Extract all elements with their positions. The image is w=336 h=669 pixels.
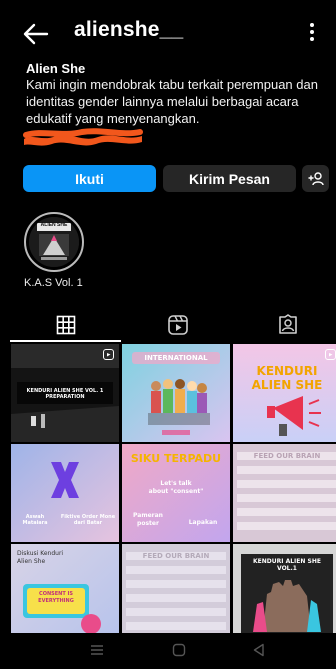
post-caption-text: Diskusi Kenduri Alien She bbox=[17, 550, 64, 565]
post-thumbnail[interactable]: Diskusi Kenduri Alien She CONSENT IS EVE… bbox=[11, 544, 119, 642]
message-button[interactable]: Kirim Pesan bbox=[163, 165, 296, 192]
story-highlight[interactable]: ALIEN SHE bbox=[24, 212, 84, 272]
post-caption-text: FEED OUR BRAIN bbox=[253, 452, 321, 460]
post-caption-text: FEED OUR BRAIN bbox=[142, 552, 210, 560]
post-caption-text: SIKU TERPADU bbox=[130, 452, 222, 465]
top-bar: alienshe__ bbox=[0, 0, 336, 60]
post-thumbnail[interactable]: KENDURI ALIEN SHE bbox=[233, 344, 336, 442]
add-person-icon bbox=[308, 171, 324, 185]
post-caption-text: Let's talk about "consent" bbox=[148, 480, 204, 495]
highlight-cover-text: ALIEN SHE bbox=[40, 222, 68, 228]
system-navigation-bar bbox=[0, 633, 336, 669]
follow-button[interactable]: Ikuti bbox=[23, 165, 156, 192]
post-caption-text: Lapakan bbox=[188, 519, 218, 526]
post-thumbnail[interactable]: KENDURI ALIEN SHE VOL. 1 PREPARATION bbox=[11, 344, 119, 442]
more-options-icon[interactable] bbox=[302, 18, 322, 46]
redacted-link bbox=[23, 128, 143, 146]
post-caption-text: KENDURI ALIEN SHE VOL.1 bbox=[253, 558, 321, 572]
post-caption-text: CONSENT IS EVERYTHING bbox=[38, 591, 74, 604]
grid-icon bbox=[56, 315, 76, 335]
post-thumbnail[interactable]: SIKU TERPADU Let's talk about "consent" … bbox=[122, 444, 230, 542]
suggest-users-button[interactable] bbox=[302, 165, 329, 192]
highlight-label: K.A.S Vol. 1 bbox=[24, 277, 83, 289]
post-thumbnail[interactable]: FEED OUR BRAIN bbox=[122, 544, 230, 642]
tab-tagged[interactable] bbox=[232, 308, 336, 342]
active-tab-indicator bbox=[10, 340, 121, 342]
back-arrow-icon[interactable] bbox=[22, 20, 50, 48]
post-caption-text: Aswah Mataiara bbox=[22, 514, 48, 526]
post-caption-text: KENDURI ALIEN SHE bbox=[251, 364, 323, 392]
tab-posts[interactable] bbox=[10, 308, 122, 342]
back-nav-icon[interactable] bbox=[252, 643, 266, 657]
profile-bio: Kami ingin mendobrak tabu terkait peremp… bbox=[26, 77, 318, 126]
profile-name: Alien She bbox=[26, 61, 86, 76]
profile-tabs bbox=[0, 308, 336, 342]
reel-badge-icon bbox=[103, 349, 114, 360]
post-thumbnail[interactable]: FEED OUR BRAIN bbox=[233, 444, 336, 542]
profile-username: alienshe__ bbox=[74, 18, 184, 41]
post-thumbnail[interactable]: KENDURI ALIEN SHE VOL.1 bbox=[233, 544, 336, 642]
tagged-icon bbox=[279, 314, 297, 334]
highlight-cover: ALIEN SHE bbox=[29, 217, 79, 267]
post-caption-text: KENDURI ALIEN SHE VOL. 1 PREPARATION bbox=[26, 388, 104, 400]
recent-apps-icon[interactable] bbox=[90, 644, 104, 656]
post-caption-text: INTERNATIONAL bbox=[144, 354, 208, 362]
tab-reels[interactable] bbox=[122, 308, 234, 342]
home-icon[interactable] bbox=[172, 643, 186, 657]
post-caption-text: Pameran poster bbox=[133, 512, 163, 527]
post-caption-text: Fiktive Order Mone dari Batar bbox=[60, 514, 116, 526]
post-thumbnail[interactable]: Aswah Mataiara Fiktive Order Mone dari B… bbox=[11, 444, 119, 542]
post-thumbnail[interactable]: INTERNATIONAL bbox=[122, 344, 230, 442]
reel-badge-icon bbox=[325, 349, 336, 360]
posts-grid: KENDURI ALIEN SHE VOL. 1 PREPARATION INT… bbox=[10, 343, 336, 642]
reels-icon bbox=[168, 315, 188, 335]
